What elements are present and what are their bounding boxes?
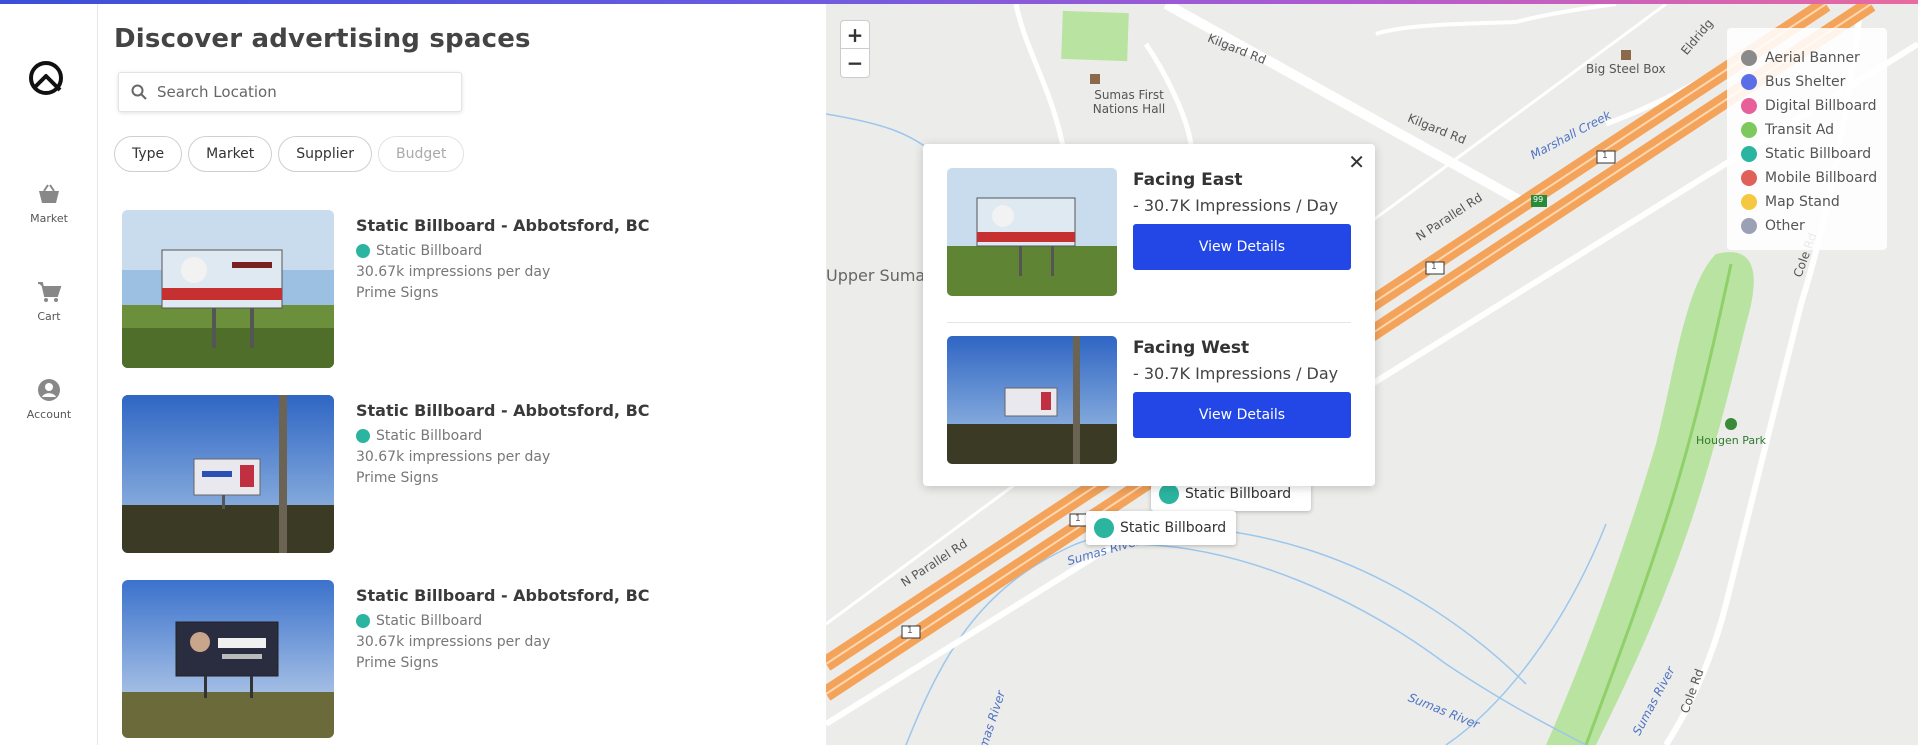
popup-item-impressions: - 30.7K Impressions / Day xyxy=(1133,364,1339,383)
filter-budget[interactable]: Budget xyxy=(377,136,465,172)
billboard-photo xyxy=(947,336,1117,464)
listing-type: Static Billboard xyxy=(376,243,483,259)
filter-market[interactable]: Market xyxy=(188,136,273,172)
listing-impressions: 30.67k impressions per day xyxy=(356,264,551,280)
legend-item[interactable]: Map Stand xyxy=(1741,190,1887,214)
legend-item[interactable]: Static Billboard xyxy=(1741,142,1887,166)
map-label-hall: Sumas First Nations Hall xyxy=(1092,88,1166,116)
legend-item[interactable]: Other xyxy=(1741,214,1887,238)
zoom-control: + − xyxy=(840,20,870,78)
legend-item[interactable]: Digital Billboard xyxy=(1741,94,1887,118)
map-label-steel: Big Steel Box xyxy=(1586,62,1666,76)
listing-impressions: 30.67k impressions per day xyxy=(356,449,551,465)
popup-item-impressions: - 30.7K Impressions / Day xyxy=(1133,196,1339,215)
basket-icon xyxy=(39,184,59,203)
legend-label: Aerial Banner xyxy=(1765,50,1860,66)
listing-card[interactable]: Static Billboard - Abbotsford, BC Static… xyxy=(122,210,802,370)
legend-dot xyxy=(1741,50,1757,66)
nav-cart[interactable]: Cart xyxy=(0,280,98,323)
legend-dot xyxy=(1741,74,1757,90)
listing-title: Static Billboard - Abbotsford, BC xyxy=(356,216,650,235)
legend-item[interactable]: Aerial Banner xyxy=(1741,46,1887,70)
listing-supplier: Prime Signs xyxy=(356,470,439,486)
listing-title: Static Billboard - Abbotsford, BC xyxy=(356,586,650,605)
legend-dot xyxy=(1741,146,1757,162)
billboard-photo xyxy=(122,395,334,553)
cart-icon xyxy=(38,282,62,302)
listing-type: Static Billboard xyxy=(376,428,483,444)
map-view[interactable]: Sumas First Nations Hall Big Steel Box K… xyxy=(826,4,1918,745)
filter-type[interactable]: Type xyxy=(114,136,183,172)
listing-card[interactable]: Static Billboard - Abbotsford, BC Static… xyxy=(122,395,802,555)
account-icon xyxy=(38,379,60,401)
nav-account-label: Account xyxy=(26,408,72,421)
nav-market-label: Market xyxy=(30,212,68,225)
popup-divider xyxy=(947,322,1351,323)
nav-account[interactable]: Account xyxy=(0,378,98,421)
map-label-park: Hougen Park xyxy=(1696,434,1766,447)
listing-title: Static Billboard - Abbotsford, BC xyxy=(356,401,650,420)
listing-supplier: Prime Signs xyxy=(356,655,439,671)
type-dot xyxy=(356,244,370,258)
marker-label: Static Billboard xyxy=(1185,486,1292,502)
legend-label: Bus Shelter xyxy=(1765,74,1846,90)
page-title: Discover advertising spaces xyxy=(114,24,531,54)
legend-dot xyxy=(1741,122,1757,138)
route-shield: 1 xyxy=(1075,514,1081,524)
popup-item: Facing West - 30.7K Impressions / Day Vi… xyxy=(947,336,1351,464)
listing-impressions: 30.67k impressions per day xyxy=(356,634,551,650)
listing-type: Static Billboard xyxy=(376,613,483,629)
marker-dot xyxy=(1094,518,1114,538)
marker-label: Static Billboard xyxy=(1120,520,1227,536)
legend-label: Map Stand xyxy=(1765,194,1840,210)
legend-label: Mobile Billboard xyxy=(1765,170,1878,186)
nav-market[interactable]: Market xyxy=(0,182,98,225)
legend-item[interactable]: Mobile Billboard xyxy=(1741,166,1887,190)
location-popup: ✕ Facing East - 30.7K Impressions / Day … xyxy=(923,144,1375,486)
billboard-photo xyxy=(122,580,334,738)
popup-item: Facing East - 30.7K Impressions / Day Vi… xyxy=(947,168,1351,296)
type-dot xyxy=(356,429,370,443)
map-legend: Aerial Banner Bus Shelter Digital Billbo… xyxy=(1727,28,1887,250)
billboard-photo xyxy=(947,168,1117,296)
legend-dot xyxy=(1741,194,1757,210)
nav-cart-label: Cart xyxy=(37,310,61,323)
map-marker[interactable]: Static Billboard xyxy=(1086,511,1237,545)
legend-dot xyxy=(1741,98,1757,114)
legend-label: Digital Billboard xyxy=(1765,98,1877,114)
listing-supplier: Prime Signs xyxy=(356,285,439,301)
app-logo[interactable] xyxy=(26,58,68,100)
zoom-in-button[interactable]: + xyxy=(841,21,869,49)
listing-panel: Discover advertising spaces Type Market … xyxy=(98,4,826,745)
filter-supplier[interactable]: Supplier xyxy=(278,136,372,172)
view-details-button[interactable]: View Details xyxy=(1133,392,1351,438)
listing-card[interactable]: Static Billboard - Abbotsford, BC Static… xyxy=(122,580,802,740)
legend-label: Other xyxy=(1765,218,1805,234)
zoom-out-button[interactable]: − xyxy=(841,49,869,77)
filter-bar: Type Market Supplier Budget xyxy=(114,136,465,172)
type-dot xyxy=(356,614,370,628)
popup-item-title: Facing East xyxy=(1133,170,1243,190)
search-icon xyxy=(131,84,147,100)
side-nav: Market Cart Account xyxy=(0,4,98,745)
route-shield: 1 xyxy=(1431,262,1437,272)
legend-dot xyxy=(1741,218,1757,234)
legend-label: Transit Ad xyxy=(1765,122,1835,138)
legend-dot xyxy=(1741,170,1757,186)
route-shield: 99 xyxy=(1533,195,1544,204)
popup-item-title: Facing West xyxy=(1133,338,1250,358)
legend-item[interactable]: Transit Ad xyxy=(1741,118,1887,142)
map-label-area: Upper Sumas xyxy=(826,266,934,285)
legend-label: Static Billboard xyxy=(1765,146,1872,162)
route-shield: 1 xyxy=(1602,151,1608,161)
search-box[interactable] xyxy=(118,72,462,112)
search-input[interactable] xyxy=(157,83,437,101)
view-details-button[interactable]: View Details xyxy=(1133,224,1351,270)
legend-item[interactable]: Bus Shelter xyxy=(1741,70,1887,94)
marker-dot xyxy=(1159,484,1179,504)
billboard-photo xyxy=(122,210,334,368)
route-shield: 1 xyxy=(907,626,913,636)
